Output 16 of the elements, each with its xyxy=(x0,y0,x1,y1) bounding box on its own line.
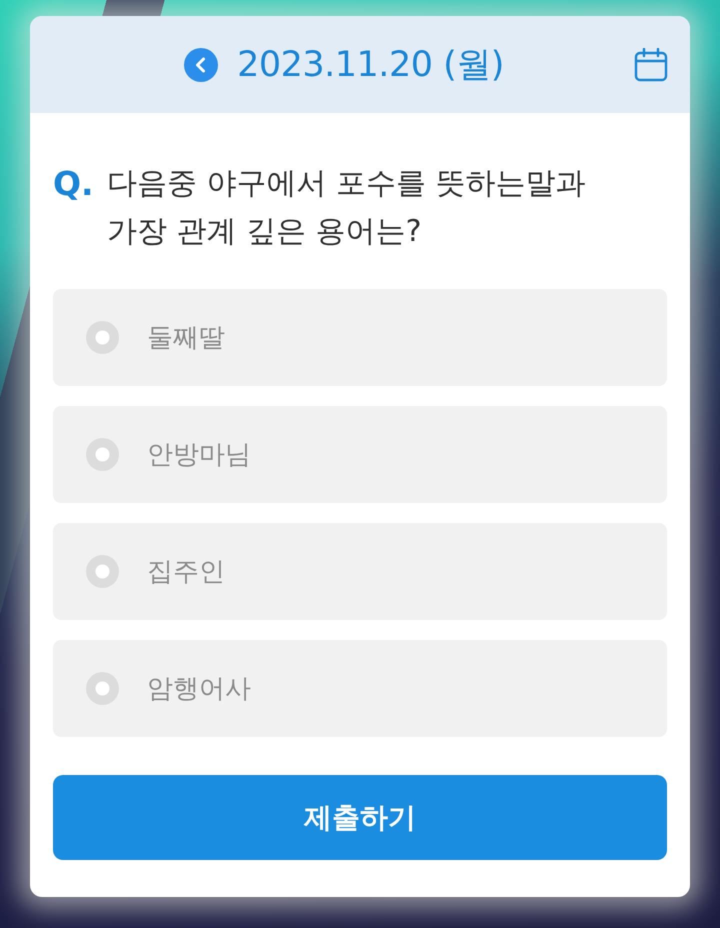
submit-button[interactable]: 제출하기 xyxy=(53,775,667,860)
radio-icon xyxy=(86,321,119,354)
back-button[interactable] xyxy=(184,48,218,82)
question-text: 다음중 야구에서 포수를 뜻하는말과 가장 관계 깊은 용어는? xyxy=(107,165,587,251)
radio-icon xyxy=(86,555,119,588)
radio-icon xyxy=(86,438,119,471)
answer-option[interactable]: 안방마님 xyxy=(53,406,667,503)
answer-option[interactable]: 집주인 xyxy=(53,523,667,620)
date-title: 2023.11.20 (월) xyxy=(237,44,504,87)
chevron-left-icon xyxy=(184,48,218,82)
question-marker: Q. xyxy=(53,163,95,205)
answer-option[interactable]: 암행어사 xyxy=(53,640,667,737)
calendar-icon xyxy=(634,48,668,82)
calendar-button[interactable] xyxy=(634,48,668,82)
radio-icon xyxy=(86,672,119,705)
answer-option[interactable]: 둘째딸 xyxy=(53,289,667,386)
